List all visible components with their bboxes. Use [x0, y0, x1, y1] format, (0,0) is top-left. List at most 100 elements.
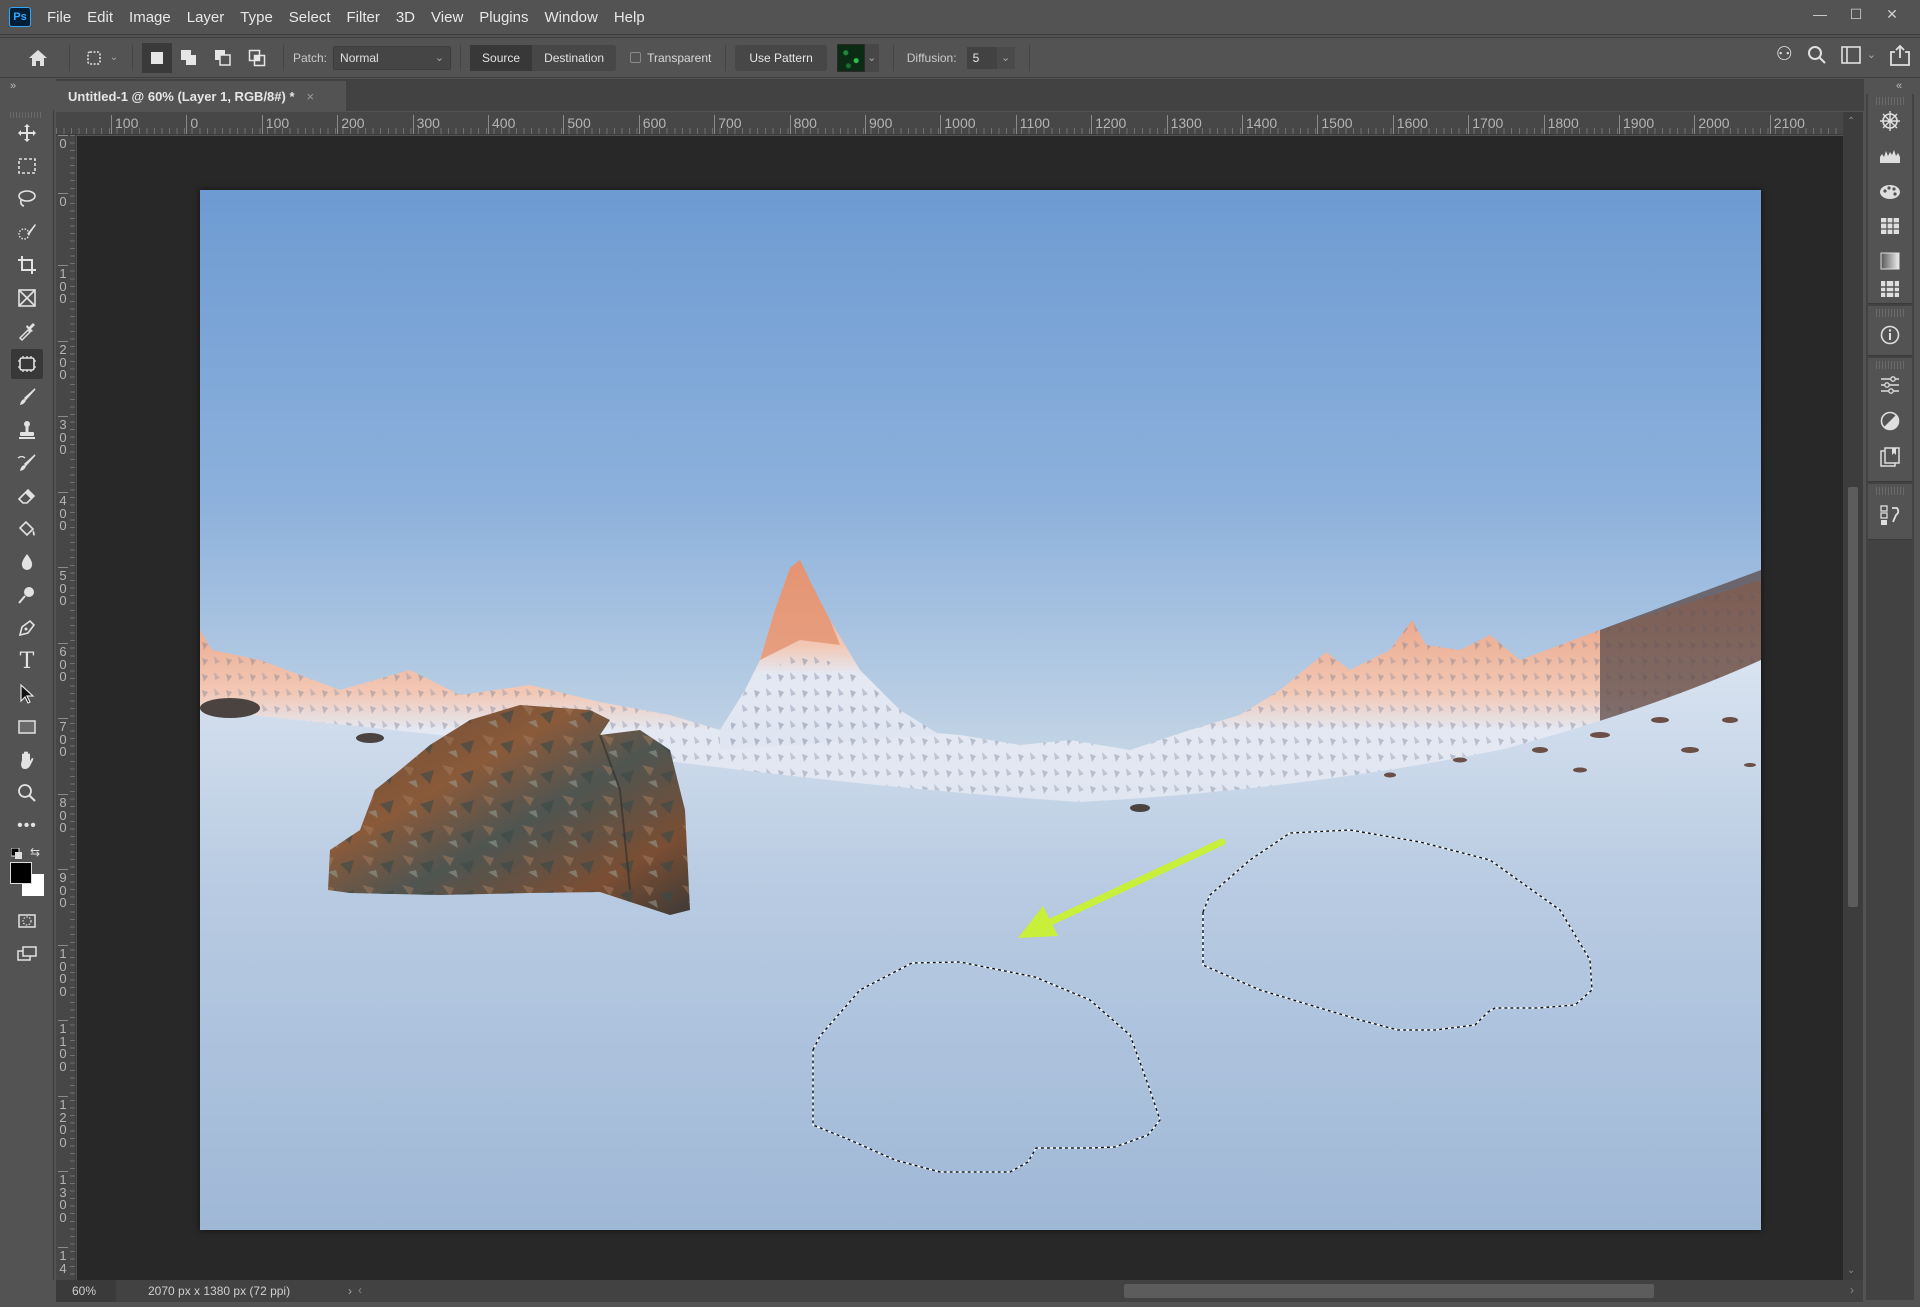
diffusion-value[interactable]: 5	[966, 46, 997, 69]
properties-panel-button[interactable]	[1879, 410, 1901, 432]
tool-dodge[interactable]	[11, 580, 43, 610]
new-selection-button[interactable]	[142, 42, 172, 73]
use-pattern-button[interactable]: Use Pattern	[735, 44, 827, 71]
tool-object-selection[interactable]	[11, 217, 43, 247]
ruler-label: 800	[58, 794, 68, 835]
workspace-switcher[interactable]: ⌄	[1840, 45, 1876, 64]
menu-file[interactable]: File	[47, 9, 71, 26]
menu-window[interactable]: Window	[544, 9, 597, 26]
patterns-panel-button[interactable]	[1879, 278, 1901, 300]
swap-colors-icon[interactable]: ⇆	[30, 845, 40, 859]
gradients-panel-button[interactable]	[1879, 250, 1901, 272]
source-button[interactable]: Source	[470, 44, 533, 71]
minimize-button[interactable]: —	[1802, 3, 1838, 25]
tool-zoom[interactable]	[11, 778, 43, 808]
menu-edit[interactable]: Edit	[87, 9, 113, 26]
zoom-level-field[interactable]: 60%	[56, 1280, 116, 1302]
menu-filter[interactable]: Filter	[347, 9, 380, 26]
info-panel-button[interactable]	[1879, 324, 1901, 346]
search-icon[interactable]	[1807, 45, 1827, 65]
close-button[interactable]: ✕	[1874, 3, 1910, 25]
menu-layer[interactable]: Layer	[187, 9, 225, 26]
panel-grip[interactable]	[1876, 487, 1904, 495]
scroll-left-arrow[interactable]: ‹	[358, 1283, 362, 1297]
tool-eraser[interactable]	[11, 481, 43, 511]
subtract-from-selection-button[interactable]	[206, 43, 240, 73]
tool-rectangle[interactable]	[11, 712, 43, 742]
swatches-panel-button[interactable]	[1879, 180, 1901, 202]
horizontal-scroll-thumb[interactable]	[1124, 1284, 1654, 1298]
status-menu-arrow[interactable]: ›	[348, 1284, 352, 1298]
quick-mask-button[interactable]	[11, 906, 43, 936]
menu-image[interactable]: Image	[129, 9, 171, 26]
tool-history-brush[interactable]	[11, 448, 43, 478]
tool-paint-bucket[interactable]	[11, 514, 43, 544]
home-button[interactable]	[16, 43, 60, 73]
table-panel-button[interactable]	[1879, 215, 1901, 237]
collapse-right-panel-icon[interactable]: «	[1896, 80, 1902, 92]
pattern-dropdown-arrow[interactable]: ⌄	[864, 43, 879, 72]
tool-pen[interactable]	[11, 613, 43, 643]
tool-crop[interactable]	[11, 250, 43, 280]
tool-preset-picker[interactable]: ⌄	[79, 43, 123, 73]
destination-button[interactable]: Destination	[532, 44, 617, 71]
tool-path-selection[interactable]	[11, 679, 43, 709]
vertical-scrollbar[interactable]: ⌃ ⌄	[1843, 112, 1863, 1280]
vertical-ruler[interactable]: 0 0 100 200 300 400 500 600 700 800 900 1000 1100 120…	[56, 135, 76, 1280]
menu-help[interactable]: Help	[614, 9, 645, 26]
menu-type[interactable]: Type	[240, 9, 273, 26]
tool-type[interactable]: T	[11, 646, 43, 676]
libraries-panel-button[interactable]	[1879, 446, 1901, 468]
patch-mode-dropdown[interactable]: Normal ⌄	[333, 45, 452, 70]
vertical-scroll-thumb[interactable]	[1848, 487, 1858, 907]
add-to-selection-button[interactable]	[172, 43, 206, 73]
panel-grip[interactable]	[1876, 309, 1904, 317]
horizontal-ruler[interactable]: 100 0 100 200 300 400 500 600 700 800 900 1000 1100 1…	[56, 112, 1843, 135]
tool-rectangular-marquee[interactable]	[11, 151, 43, 181]
panel-grip[interactable]	[1876, 361, 1904, 369]
expand-left-panel-icon[interactable]: »	[10, 80, 16, 92]
diffusion-field[interactable]: 5 ⌄	[966, 46, 1015, 69]
menu-3d[interactable]: 3D	[396, 9, 415, 26]
tool-patch[interactable]	[11, 349, 43, 379]
document-canvas[interactable]	[200, 190, 1761, 1230]
scroll-up-arrow[interactable]: ⌃	[1847, 116, 1855, 127]
color-panel-button[interactable]	[1879, 110, 1901, 132]
paint-bucket-icon	[18, 520, 35, 537]
scroll-down-arrow[interactable]: ⌄	[1847, 1265, 1855, 1276]
document-tab[interactable]: Untitled-1 @ 60% (Layer 1, RGB/8#) * ×	[56, 81, 346, 111]
scroll-right-arrow[interactable]: ›	[1850, 1283, 1854, 1297]
tool-clone-stamp[interactable]	[11, 415, 43, 445]
share-invite-icon[interactable]: ⚇	[1776, 43, 1793, 66]
chevron-down-icon[interactable]: ⌄	[996, 46, 1015, 69]
panel-grip[interactable]	[1876, 97, 1904, 105]
checkbox-box[interactable]	[630, 52, 642, 63]
close-tab-icon[interactable]: ×	[307, 89, 315, 104]
transparent-checkbox[interactable]: Transparent	[630, 51, 711, 65]
ruler-label: 100	[261, 115, 289, 134]
menu-plugins[interactable]: Plugins	[479, 9, 528, 26]
horizontal-scrollbar[interactable]: ‹ ›	[356, 1280, 1856, 1302]
maximize-button[interactable]: ☐	[1838, 3, 1874, 25]
canvas-workspace[interactable]	[77, 136, 1843, 1280]
adjustments-panel-button[interactable]	[1879, 374, 1901, 396]
document-info[interactable]: 2070 px x 1380 px (72 ppi)	[148, 1284, 338, 1298]
tool-move[interactable]	[11, 118, 43, 148]
histogram-panel-button[interactable]	[1879, 145, 1901, 167]
tool-hand[interactable]	[11, 745, 43, 775]
home-icon	[29, 49, 47, 66]
tool-frame[interactable]	[11, 283, 43, 313]
tool-brush[interactable]	[11, 382, 43, 412]
share-export-icon[interactable]	[1890, 44, 1910, 66]
intersect-selection-button[interactable]	[240, 43, 274, 73]
pattern-picker[interactable]: ⌄	[836, 43, 879, 72]
tool-blur[interactable]	[11, 547, 43, 577]
tool-eyedropper[interactable]	[11, 316, 43, 346]
tool-lasso[interactable]	[11, 184, 43, 214]
screen-mode-button[interactable]	[11, 939, 43, 969]
tool-more[interactable]: •••	[11, 811, 43, 841]
history-panel-button[interactable]	[1879, 504, 1901, 526]
menu-select[interactable]: Select	[289, 9, 331, 26]
menu-view[interactable]: View	[431, 9, 463, 26]
foreground-color-swatch[interactable]	[10, 862, 32, 884]
